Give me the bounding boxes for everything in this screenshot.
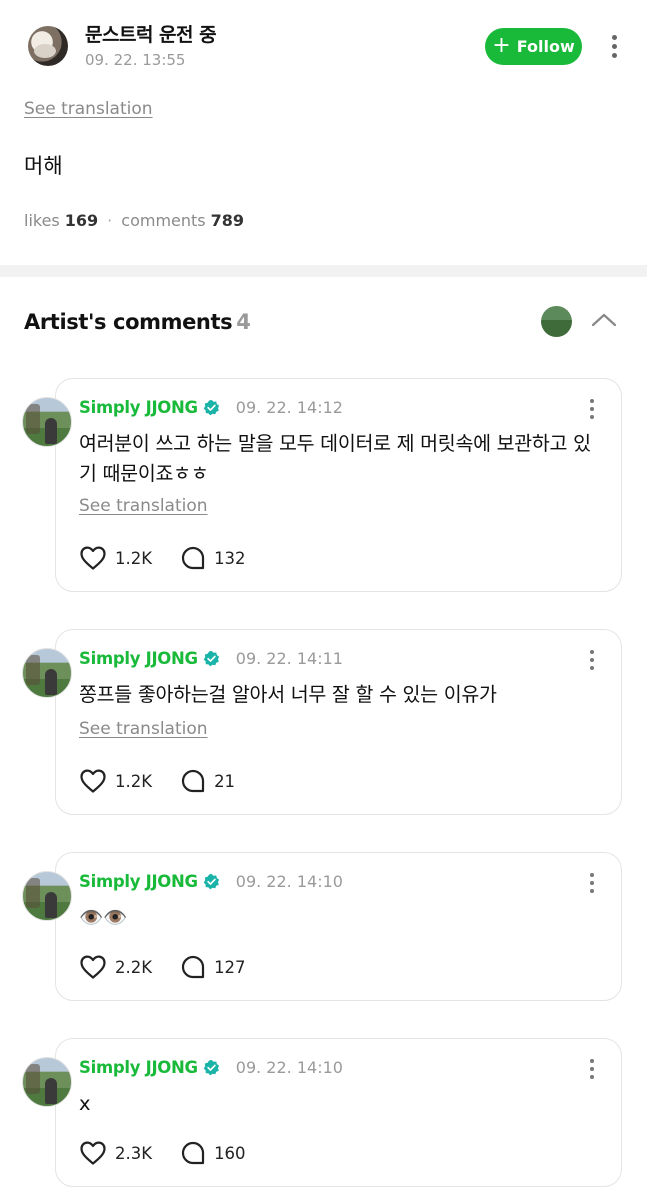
post-body: 머해 xyxy=(24,154,63,178)
comment-item: Simply JJONG 09. 22. 14:11 쫑프들 좋아하는걸 알아서… xyxy=(0,629,647,815)
like-button[interactable]: 2.2K xyxy=(79,954,152,980)
artist-comments-label: Artist's comments xyxy=(24,310,233,334)
commenter-name[interactable]: Simply JJONG xyxy=(79,649,198,668)
like-count: 2.3K xyxy=(115,1143,153,1163)
post-author-name[interactable]: 문스트럭 운전 중 xyxy=(85,20,217,47)
heart-icon xyxy=(80,546,106,570)
comment-header: Simply JJONG 09. 22. 14:12 xyxy=(79,398,343,417)
post-header: 문스트럭 운전 중 09. 22. 13:55 + Follow xyxy=(0,0,647,90)
heart-icon xyxy=(80,955,106,979)
like-count: 1.2K xyxy=(115,771,153,791)
comment-header: Simply JJONG 09. 22. 14:11 xyxy=(79,649,343,668)
likes-count: 169 xyxy=(64,211,99,230)
comment-header: Simply JJONG 09. 22. 14:10 xyxy=(79,1058,343,1077)
comment-item: Simply JJONG 09. 22. 14:12 여러분이 쓰고 하는 말을… xyxy=(0,378,647,592)
likes-label: likes xyxy=(24,211,60,230)
separator-dot: · xyxy=(107,211,113,230)
artist-comments-count: 4 xyxy=(236,310,251,334)
artist-comments-title: Artist's comments 4 xyxy=(24,310,251,334)
comment-actions: 2.2K 127 xyxy=(79,954,246,980)
like-count: 2.2K xyxy=(115,957,153,977)
commenter-name[interactable]: Simply JJONG xyxy=(79,872,198,891)
commenter-name[interactable]: Simply JJONG xyxy=(79,398,198,417)
reply-button[interactable]: 132 xyxy=(180,545,246,571)
more-options-icon[interactable] xyxy=(589,399,595,419)
comment-item: Simply JJONG 09. 22. 14:10 👁️👁️ 2.2K 127 xyxy=(0,852,647,1001)
reply-count: 21 xyxy=(214,771,236,791)
reply-count: 132 xyxy=(214,548,246,568)
author-avatar[interactable] xyxy=(28,26,68,66)
comment-item: Simply JJONG 09. 22. 14:10 x 2.3K 160 xyxy=(0,1038,647,1187)
post-timestamp: 09. 22. 13:55 xyxy=(85,51,186,69)
comment-text: 쫑프들 좋아하는걸 알아서 너무 잘 할 수 있는 이유가 xyxy=(79,683,497,706)
comment-timestamp: 09. 22. 14:12 xyxy=(235,398,343,417)
comment-timestamp: 09. 22. 14:11 xyxy=(235,649,343,668)
reply-button[interactable]: 160 xyxy=(180,1140,246,1166)
artist-avatar[interactable] xyxy=(541,306,572,337)
follow-button[interactable]: + Follow xyxy=(485,28,582,65)
like-button[interactable]: 2.3K xyxy=(79,1140,152,1166)
more-options-icon[interactable] xyxy=(589,873,595,893)
verified-badge-icon xyxy=(203,873,219,890)
comments-label: comments xyxy=(121,211,206,230)
comment-text: 👁️👁️ xyxy=(79,906,127,929)
comment-text: 여러분이 쓰고 하는 말을 모두 데이터로 제 머릿속에 보관하고 있기 때문이… xyxy=(79,432,591,485)
chevron-up-icon[interactable] xyxy=(590,310,618,330)
speech-bubble-icon xyxy=(181,955,205,979)
verified-badge-icon xyxy=(203,399,219,416)
post-stats: likes 169 · comments 789 xyxy=(24,211,244,230)
like-button[interactable]: 1.2K xyxy=(79,768,152,794)
comment-actions: 1.2K 21 xyxy=(79,768,235,794)
like-button[interactable]: 1.2K xyxy=(79,545,152,571)
comment-actions: 1.2K 132 xyxy=(79,545,246,571)
follow-label: Follow xyxy=(516,37,575,56)
more-options-icon[interactable] xyxy=(589,650,595,670)
heart-icon xyxy=(80,1141,106,1165)
comment-actions: 2.3K 160 xyxy=(79,1140,246,1166)
speech-bubble-icon xyxy=(181,769,205,793)
speech-bubble-icon xyxy=(181,1141,205,1165)
commenter-avatar[interactable] xyxy=(22,871,72,921)
comment-text: x xyxy=(79,1092,91,1115)
reply-button[interactable]: 127 xyxy=(180,954,246,980)
see-translation-link[interactable]: See translation xyxy=(24,99,153,119)
commenter-name[interactable]: Simply JJONG xyxy=(79,1058,198,1077)
comment-timestamp: 09. 22. 14:10 xyxy=(235,872,343,891)
comment-timestamp: 09. 22. 14:10 xyxy=(235,1058,343,1077)
verified-badge-icon xyxy=(203,650,219,667)
commenter-avatar[interactable] xyxy=(22,1057,72,1107)
speech-bubble-icon xyxy=(181,546,205,570)
reply-count: 160 xyxy=(214,1143,246,1163)
like-count: 1.2K xyxy=(115,548,153,568)
commenter-avatar[interactable] xyxy=(22,397,72,447)
plus-icon: + xyxy=(492,32,511,58)
commenter-avatar[interactable] xyxy=(22,648,72,698)
verified-badge-icon xyxy=(203,1059,219,1076)
reply-count: 127 xyxy=(214,957,246,977)
comments-count: 789 xyxy=(210,211,245,230)
see-translation-link[interactable]: See translation xyxy=(79,496,208,516)
reply-button[interactable]: 21 xyxy=(180,768,235,794)
heart-icon xyxy=(80,769,106,793)
comment-header: Simply JJONG 09. 22. 14:10 xyxy=(79,872,343,891)
section-divider xyxy=(0,265,647,277)
more-options-icon[interactable] xyxy=(589,1059,595,1079)
see-translation-link[interactable]: See translation xyxy=(79,719,208,739)
more-options-icon[interactable] xyxy=(611,35,617,58)
